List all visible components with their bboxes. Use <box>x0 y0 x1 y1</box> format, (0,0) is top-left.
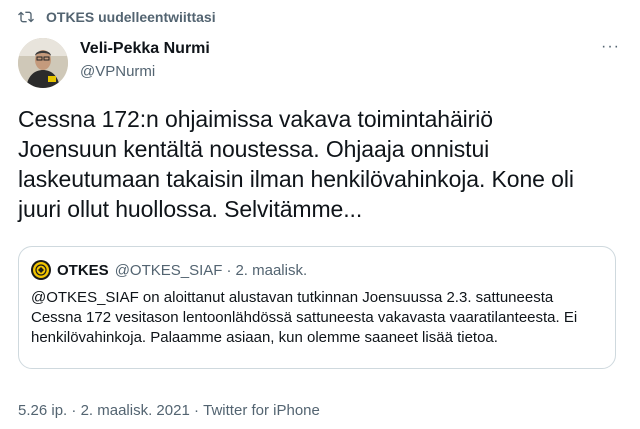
tweet-source[interactable]: Twitter for iPhone <box>203 402 320 419</box>
quoted-tweet[interactable]: OTKES @OTKES_SIAF · 2. maalisk. @OTKES_S… <box>18 246 616 369</box>
avatar[interactable] <box>18 38 68 88</box>
quote-text: @OTKES_SIAF on aloittanut alustavan tutk… <box>31 289 578 346</box>
tweet-meta: 5.26 ip. · 2. maalisk. 2021 · Twitter fo… <box>18 402 320 419</box>
more-options-icon[interactable]: ··· <box>601 38 620 56</box>
author-handle[interactable]: @VPNurmi <box>80 63 155 80</box>
meta-separator: · <box>189 402 204 419</box>
quote-separator: · <box>226 261 232 279</box>
retweet-label[interactable]: OTKES uudelleentwiittasi <box>46 9 216 25</box>
tweet-text: Cessna 172:n ohjaimissa vakava toimintah… <box>18 106 574 222</box>
meta-separator: · <box>67 402 81 419</box>
quote-header: OTKES @OTKES_SIAF · 2. maalisk. <box>31 260 307 280</box>
quote-author-handle: @OTKES_SIAF <box>114 261 223 279</box>
tweet-time[interactable]: 5.26 ip. <box>18 402 67 419</box>
otkes-logo-icon[interactable] <box>31 260 51 280</box>
retweet-header: OTKES uudelleentwiittasi <box>18 8 216 26</box>
retweet-icon <box>18 8 36 26</box>
tweet-date[interactable]: 2. maalisk. 2021 <box>81 402 190 419</box>
tweet-author: Veli-Pekka Nurmi @VPNurmi ··· <box>18 36 626 90</box>
quote-date: 2. maalisk. <box>235 261 308 279</box>
quote-author-name: OTKES <box>57 261 109 279</box>
author-name[interactable]: Veli-Pekka Nurmi <box>80 40 210 58</box>
